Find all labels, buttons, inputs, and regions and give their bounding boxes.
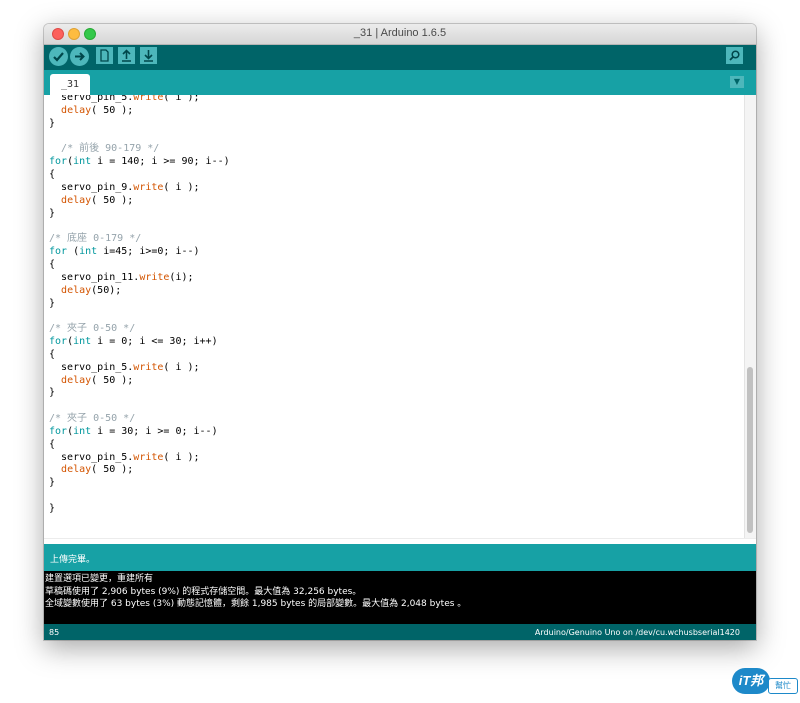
arrow-right-icon bbox=[75, 52, 85, 61]
code-line[interactable]: { bbox=[49, 259, 55, 270]
tab-menu-button[interactable]: ▼ bbox=[730, 76, 744, 88]
console-line: 全域變數使用了 63 bytes (3%) 動態記憶體，剩餘 1,985 byt… bbox=[45, 599, 467, 609]
code-line[interactable]: delay( 50 ); bbox=[49, 195, 133, 206]
code-line[interactable]: /* 夾子 0-50 */ bbox=[49, 323, 135, 334]
check-icon bbox=[53, 52, 64, 62]
triangle-down-icon: ▼ bbox=[733, 77, 741, 86]
code-line[interactable]: delay( 50 ); bbox=[49, 105, 133, 116]
code-line[interactable]: } bbox=[49, 477, 55, 488]
code-line[interactable]: delay(50); bbox=[49, 285, 121, 296]
open-icon bbox=[122, 49, 131, 62]
code-line[interactable]: /* 夾子 0-50 */ bbox=[49, 413, 135, 424]
ithelp-logo: iT邦 bbox=[732, 668, 770, 694]
code-line[interactable]: delay( 50 ); bbox=[49, 375, 133, 386]
code-line[interactable]: } bbox=[49, 118, 55, 129]
footer-bar: 85 Arduino/Genuino Uno on /dev/cu.wchusb… bbox=[44, 624, 756, 640]
save-icon bbox=[144, 50, 153, 62]
code-line[interactable]: } bbox=[49, 208, 55, 219]
magnifier-icon bbox=[729, 50, 740, 61]
code-area[interactable]: servo_pin_5.write( i ); delay( 50 ); } /… bbox=[44, 95, 230, 516]
code-line[interactable]: { bbox=[49, 439, 55, 450]
window-title: _31 | Arduino 1.6.5 bbox=[353, 27, 447, 39]
code-line[interactable]: servo_pin_11.write(i); bbox=[49, 272, 193, 283]
open-sketch-button[interactable] bbox=[118, 47, 135, 64]
watermark-label: 幫忙 bbox=[768, 678, 798, 694]
toolbar bbox=[44, 45, 756, 70]
code-line[interactable]: /* 底座 0-179 */ bbox=[49, 233, 141, 244]
code-line[interactable]: for(int i = 30; i >= 0; i--) bbox=[49, 426, 218, 437]
code-line[interactable]: for(int i = 140; i >= 90; i--) bbox=[49, 156, 230, 167]
tab-bar: _31 ▼ bbox=[44, 70, 756, 95]
code-line[interactable]: } bbox=[49, 387, 55, 398]
code-line[interactable]: for(int i = 0; i <= 30; i++) bbox=[49, 336, 218, 347]
editor-vertical-scrollbar[interactable] bbox=[744, 95, 756, 538]
console-line: 草稿碼使用了 2,906 bytes (9%) 的程式存儲空間。最大值為 32,… bbox=[45, 586, 362, 597]
board-port-info: Arduino/Genuino Uno on /dev/cu.wchusbser… bbox=[534, 628, 740, 637]
new-sketch-button[interactable] bbox=[96, 47, 113, 64]
serial-monitor-button[interactable] bbox=[726, 47, 743, 64]
status-bar: 上傳完畢。 bbox=[44, 544, 756, 571]
code-line[interactable]: } bbox=[49, 298, 55, 309]
code-line[interactable]: for (int i=45; i>=0; i--) bbox=[49, 246, 200, 257]
code-line[interactable]: servo_pin_5.write( i ); bbox=[49, 95, 200, 103]
code-line[interactable]: { bbox=[49, 349, 55, 360]
console-line: 建置選項已變更，重建所有 bbox=[45, 574, 154, 584]
upload-button[interactable] bbox=[70, 47, 89, 66]
code-line[interactable]: } bbox=[49, 503, 55, 514]
arduino-window: _31 | Arduino 1.6.5 _31 ▼ servo_pin_5.wr… bbox=[44, 24, 756, 640]
code-line[interactable]: servo_pin_5.write( i ); bbox=[49, 362, 200, 373]
code-line[interactable]: /* 前後 90-179 */ bbox=[49, 143, 159, 154]
new-file-icon bbox=[100, 49, 109, 62]
line-number: 85 bbox=[49, 628, 60, 637]
code-line[interactable]: servo_pin_9.write( i ); bbox=[49, 182, 200, 193]
verify-button[interactable] bbox=[49, 47, 68, 66]
console-output: 建置選項已變更，重建所有 草稿碼使用了 2,906 bytes (9%) 的程式… bbox=[44, 571, 756, 624]
code-editor[interactable]: servo_pin_5.write( i ); delay( 50 ); } /… bbox=[44, 95, 756, 538]
tab-sketch[interactable]: _31 bbox=[50, 74, 90, 95]
code-line[interactable]: { bbox=[49, 169, 55, 180]
status-message: 上傳完畢。 bbox=[50, 555, 96, 565]
code-line[interactable]: servo_pin_5.write( i ); bbox=[49, 452, 200, 463]
save-sketch-button[interactable] bbox=[140, 47, 157, 64]
ithome-watermark: iT邦 幫忙 bbox=[732, 664, 798, 698]
code-line[interactable]: delay( 50 ); bbox=[49, 464, 133, 475]
scrollbar-thumb[interactable] bbox=[747, 367, 753, 533]
title-bar: _31 | Arduino 1.6.5 bbox=[44, 24, 756, 45]
